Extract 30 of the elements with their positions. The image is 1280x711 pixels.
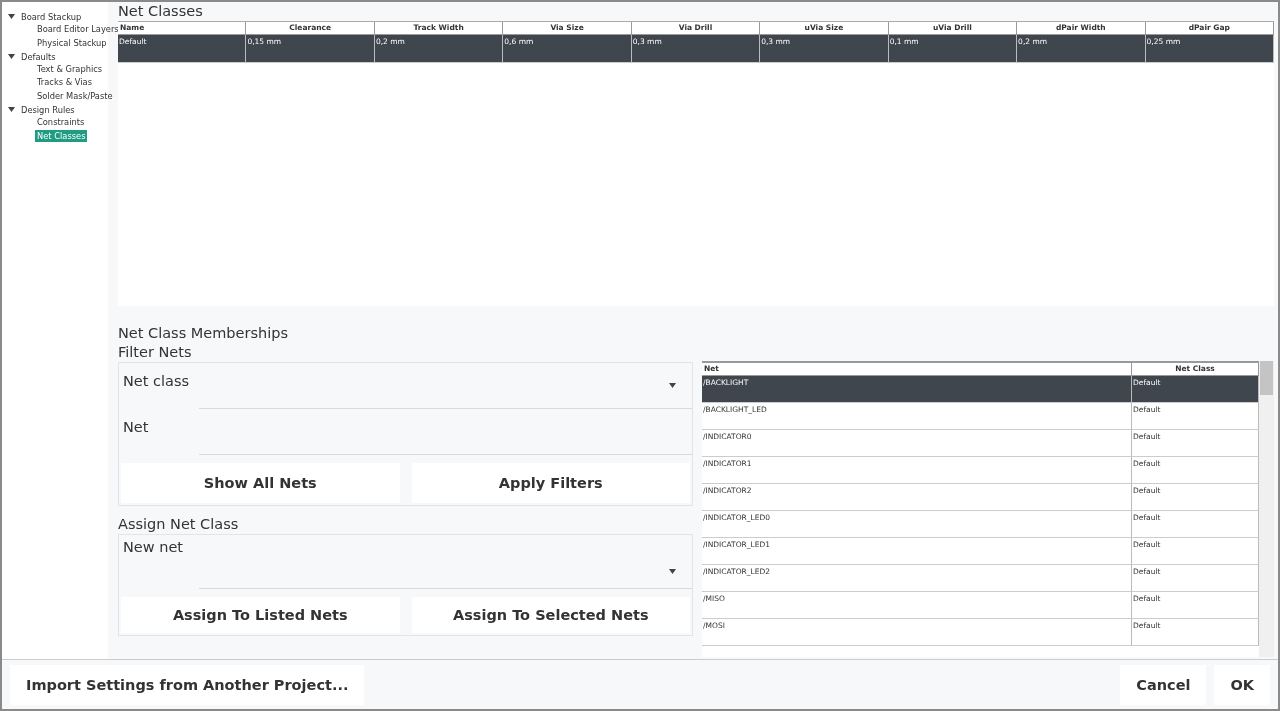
filter-button[interactable]: Apply Filters bbox=[411, 463, 690, 503]
tree-item[interactable]: Text & Graphics bbox=[35, 63, 105, 76]
dropdown-caret-icon[interactable] bbox=[669, 569, 676, 574]
dropdown-caret-icon[interactable] bbox=[669, 383, 676, 388]
dialog-button[interactable]: OK bbox=[1214, 664, 1270, 705]
tree-item[interactable]: Tracks & Vias bbox=[35, 76, 94, 89]
scrollbar[interactable] bbox=[1259, 361, 1274, 657]
expand-down-icon[interactable] bbox=[8, 54, 15, 60]
tree-item[interactable]: Board Editor Layers bbox=[35, 23, 121, 36]
tree-item[interactable]: Constraints bbox=[35, 116, 87, 129]
tree-group[interactable]: Design Rules bbox=[21, 104, 75, 115]
field-label: Net class bbox=[122, 372, 191, 389]
field-label: Net bbox=[122, 418, 150, 435]
expand-down-icon[interactable] bbox=[8, 107, 15, 113]
assign-button[interactable]: Assign To Listed Nets bbox=[121, 597, 400, 633]
tree-group[interactable]: Defaults bbox=[21, 51, 56, 62]
filter-button[interactable]: Show All Nets bbox=[121, 463, 400, 503]
dialog-button[interactable]: Cancel bbox=[1120, 664, 1207, 705]
tree-item[interactable]: Solder Mask/Paste bbox=[35, 89, 115, 102]
expand-down-icon[interactable] bbox=[8, 14, 15, 20]
section-title: Net Class Memberships bbox=[118, 324, 289, 343]
tree-group[interactable]: Board Stackup bbox=[21, 11, 82, 22]
tree-item[interactable]: Physical Stackup bbox=[35, 36, 109, 49]
section-title: Net Classes bbox=[118, 2, 204, 21]
group-title: Assign Net Class bbox=[118, 515, 240, 534]
scrollbar-thumb[interactable] bbox=[1260, 361, 1273, 395]
group-title: Filter Nets bbox=[118, 343, 193, 362]
field-label: New net bbox=[122, 538, 185, 555]
assign-button[interactable]: Assign To Selected Nets bbox=[411, 597, 690, 633]
import-settings-button[interactable]: Import Settings from Another Project... bbox=[10, 664, 365, 705]
